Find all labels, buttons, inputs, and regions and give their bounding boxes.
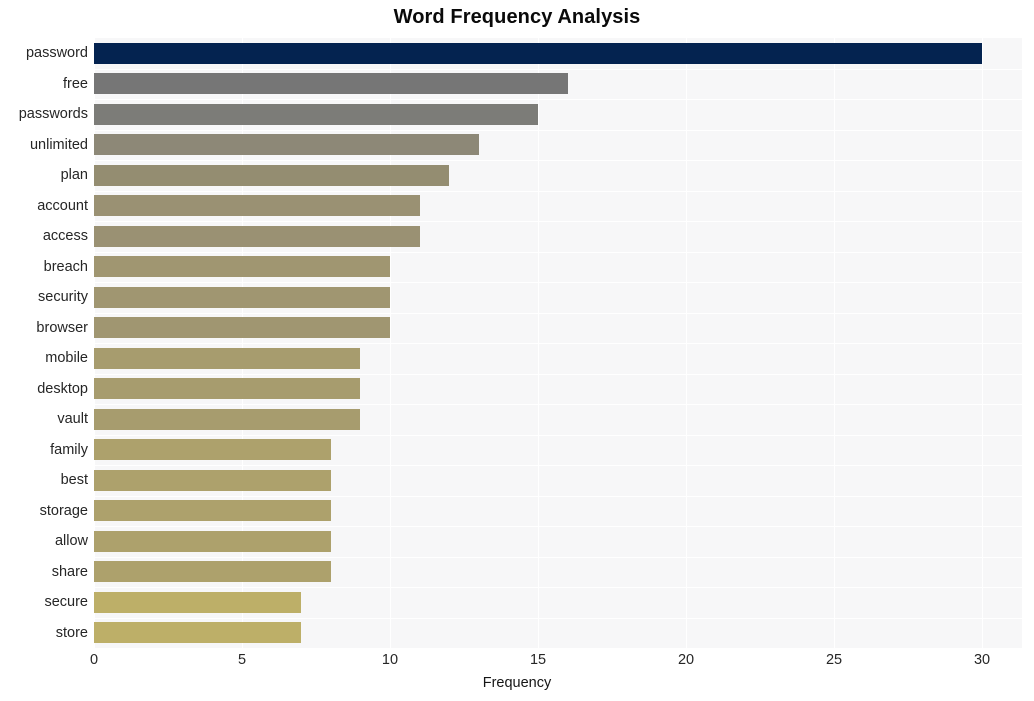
- bar: [94, 42, 983, 64]
- y-axis-tick-label: vault: [57, 411, 88, 428]
- horizontal-gridline: [94, 526, 1022, 527]
- bar: [94, 73, 568, 95]
- x-axis-tick-label: 30: [973, 652, 991, 668]
- y-axis-tick-label: share: [51, 563, 88, 580]
- x-axis-tick-label: 0: [89, 652, 99, 668]
- x-axis-tick-label: 25: [825, 652, 843, 668]
- bar: [94, 561, 331, 583]
- horizontal-gridline: [94, 251, 1022, 253]
- y-axis-tick-label: passwords: [18, 106, 88, 123]
- bar: [94, 317, 390, 339]
- horizontal-gridline: [94, 190, 1022, 192]
- y-axis-tick-label: best: [60, 472, 88, 489]
- horizontal-gridline: [94, 465, 1022, 466]
- bar: [94, 256, 390, 278]
- y-axis-tick-label: storage: [39, 502, 88, 519]
- horizontal-gridline: [94, 221, 1022, 222]
- y-axis-tick-label: family: [50, 441, 88, 458]
- y-axis-tick-label: breach: [43, 258, 88, 275]
- x-axis-tick-labels: 0 5 10 15 20 25 30: [0, 652, 1034, 674]
- chart-figure: Word Frequency Analysis password free pass…: [0, 0, 1034, 701]
- x-axis-tick-label: 15: [529, 652, 547, 668]
- horizontal-gridline: [94, 495, 1022, 497]
- bar: [94, 103, 539, 125]
- y-axis-tick-label: free: [63, 75, 88, 92]
- y-axis-tick-label: mobile: [45, 350, 88, 367]
- y-axis-tick-label: browser: [36, 319, 88, 336]
- horizontal-gridline: [94, 373, 1022, 375]
- y-axis-tick-labels: password free passwords unlimited plan accoun…: [0, 38, 88, 648]
- bar: [94, 439, 331, 461]
- bar: [94, 500, 331, 522]
- chart-title: Word Frequency Analysis: [393, 6, 641, 28]
- y-axis-tick-label: plan: [60, 167, 88, 184]
- bar: [94, 591, 302, 613]
- y-axis-tick-label: store: [55, 624, 88, 641]
- x-axis-title: Frequency: [482, 675, 552, 691]
- x-axis-tick-label: 5: [237, 652, 247, 668]
- horizontal-gridline: [94, 587, 1022, 588]
- y-axis-tick-label: secure: [44, 594, 88, 611]
- plot-area: [94, 38, 1022, 648]
- horizontal-gridline: [94, 343, 1022, 344]
- bar: [94, 134, 479, 156]
- bar: [94, 164, 450, 186]
- bar: [94, 286, 390, 308]
- horizontal-gridline: [94, 404, 1022, 405]
- horizontal-gridline: [94, 617, 1022, 619]
- y-axis-tick-label: security: [38, 289, 88, 306]
- horizontal-gridline: [94, 556, 1022, 558]
- horizontal-gridline: [94, 129, 1022, 131]
- x-axis-tick-label: 20: [677, 652, 695, 668]
- bar: [94, 195, 420, 217]
- horizontal-gridline: [94, 68, 1022, 70]
- bar: [94, 530, 331, 552]
- y-axis-tick-label: unlimited: [29, 136, 88, 153]
- x-axis-tick-label: 10: [381, 652, 399, 668]
- bar: [94, 225, 420, 247]
- y-axis-tick-label: allow: [54, 533, 88, 550]
- horizontal-gridline: [94, 99, 1022, 100]
- bar: [94, 378, 361, 400]
- y-axis-tick-label: access: [42, 228, 88, 245]
- bar: [94, 408, 361, 430]
- horizontal-gridline: [94, 282, 1022, 283]
- horizontal-gridline: [94, 312, 1022, 314]
- y-axis-tick-label: desktop: [37, 380, 88, 397]
- bar: [94, 347, 361, 369]
- horizontal-gridline: [94, 160, 1022, 161]
- horizontal-gridline: [94, 434, 1022, 436]
- bar: [94, 622, 302, 644]
- y-axis-tick-label: account: [37, 197, 88, 214]
- y-axis-tick-label: password: [25, 45, 88, 62]
- bar: [94, 469, 331, 491]
